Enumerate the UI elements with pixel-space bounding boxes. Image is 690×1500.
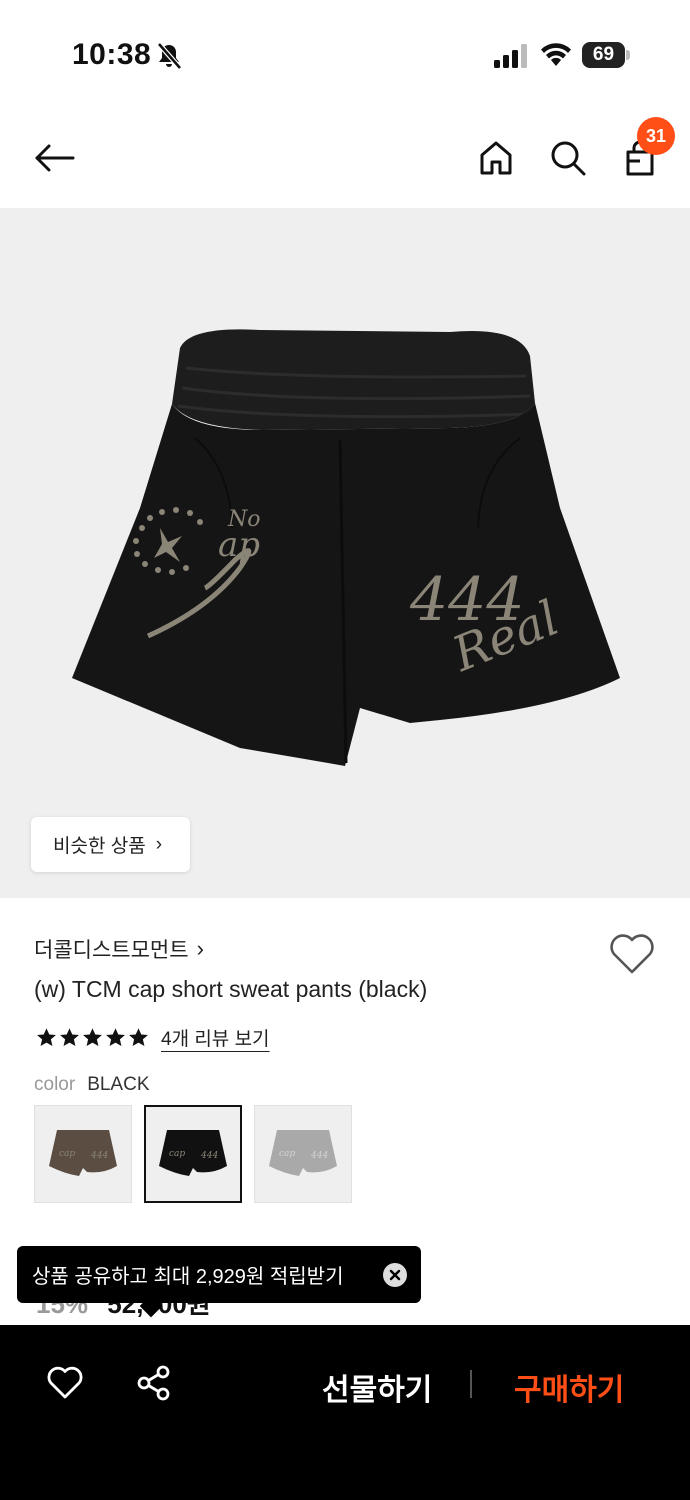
status-bar: 10:38 69: [0, 0, 690, 110]
status-time: 10:38: [72, 38, 152, 71]
divider: [470, 1370, 472, 1398]
swatch-grey[interactable]: cap 444: [254, 1105, 352, 1203]
color-swatches: cap 444 cap 444 cap 444: [34, 1105, 352, 1203]
review-link[interactable]: 4개 리뷰 보기: [161, 1024, 270, 1051]
star-icon: [37, 1028, 56, 1046]
star-icon: [60, 1028, 79, 1046]
chevron-right-icon: ›: [155, 833, 163, 855]
toast-message: 상품 공유하고 최대 2,929원 적립받기: [32, 1266, 344, 1288]
battery-level: 69: [582, 42, 625, 68]
svg-text:444: 444: [200, 1151, 218, 1161]
back-arrow-icon: [35, 144, 75, 172]
swatch-brown[interactable]: cap 444: [34, 1105, 132, 1203]
search-icon: [551, 141, 586, 176]
shorts-illustration: ap No 444 Real: [72, 329, 620, 766]
svg-text:444: 444: [310, 1151, 328, 1161]
brand-link[interactable]: 더콜디스트모먼트 ›: [34, 934, 204, 964]
chevron-right-icon: ›: [196, 936, 204, 961]
similar-products-button[interactable]: 비슷한 상품 ›: [31, 817, 190, 872]
close-icon: [389, 1269, 401, 1281]
brand-name: 더콜디스트모먼트: [34, 939, 189, 962]
share-button[interactable]: [136, 1365, 172, 1401]
back-button[interactable]: [30, 134, 78, 182]
color-selection-label: color BLACK: [34, 1074, 150, 1096]
swatch-black[interactable]: cap 444: [144, 1105, 242, 1203]
top-navigation: [0, 110, 690, 208]
home-button[interactable]: [472, 134, 520, 182]
star-rating: [36, 1027, 149, 1048]
home-icon: [480, 141, 512, 175]
bottom-action-bar: 선물하기 구매하기: [0, 1325, 690, 1500]
wishlist-button[interactable]: [608, 932, 656, 976]
shorts-thumbnail: cap 444: [49, 1130, 117, 1176]
star-icon: [83, 1028, 102, 1046]
rating-row: 4개 리뷰 보기: [36, 1024, 270, 1051]
svg-text:No: No: [227, 507, 261, 532]
product-image[interactable]: ap No 444 Real 비슷한 상품 ›: [0, 208, 690, 898]
svg-text:cap: cap: [59, 1149, 75, 1159]
bell-slash-icon: [157, 42, 182, 70]
wishlist-button-bottom[interactable]: [46, 1365, 84, 1401]
wifi-icon: [541, 43, 571, 66]
cart-count-badge: 31: [637, 117, 675, 155]
heart-icon: [610, 934, 654, 974]
star-icon: [129, 1028, 148, 1046]
share-reward-toast: 상품 공유하고 최대 2,929원 적립받기: [17, 1246, 421, 1303]
color-label: color: [34, 1074, 76, 1095]
svg-text:cap: cap: [279, 1149, 295, 1159]
gift-button[interactable]: 선물하기: [322, 1365, 432, 1409]
similar-products-label: 비슷한 상품: [53, 836, 146, 857]
star-icon: [106, 1028, 125, 1046]
search-button[interactable]: [544, 134, 592, 182]
toast-close-button[interactable]: [383, 1263, 407, 1287]
svg-text:cap: cap: [169, 1149, 185, 1159]
buy-button[interactable]: 구매하기: [514, 1365, 624, 1409]
svg-text:444: 444: [90, 1151, 108, 1161]
shorts-thumbnail: cap 444: [159, 1130, 227, 1176]
shorts-thumbnail: cap 444: [269, 1130, 337, 1176]
battery-icon: 69: [582, 42, 630, 68]
heart-icon: [47, 1366, 83, 1399]
signal-icon: [494, 44, 527, 68]
product-title: (w) TCM cap short sweat pants (black): [34, 976, 428, 1002]
color-value: BLACK: [87, 1074, 150, 1095]
share-icon: [137, 1365, 170, 1401]
